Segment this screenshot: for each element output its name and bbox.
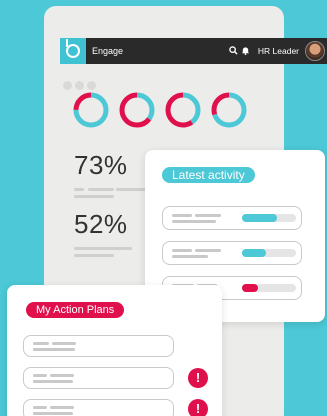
activity-progress-bar bbox=[242, 249, 296, 257]
activity-progress-bar bbox=[242, 284, 296, 292]
top-navigation-bar: Engage HR Leader bbox=[60, 38, 327, 64]
donut-chart bbox=[211, 92, 247, 128]
activity-progress-bar bbox=[242, 214, 296, 222]
donut-charts bbox=[72, 91, 248, 129]
alert-icon[interactable]: ! bbox=[188, 368, 208, 388]
user-name[interactable]: HR Leader bbox=[258, 46, 299, 56]
donut-chart bbox=[119, 92, 155, 128]
action-plan-row[interactable] bbox=[23, 367, 174, 389]
donut-chart bbox=[73, 92, 109, 128]
search-icon[interactable] bbox=[228, 45, 240, 57]
brand-logo-icon[interactable] bbox=[60, 38, 86, 64]
placeholder-line bbox=[74, 195, 114, 198]
user-avatar[interactable] bbox=[305, 41, 325, 61]
action-plans-title: My Action Plans bbox=[26, 302, 125, 318]
action-plans-card: My Action Plans ! ! bbox=[7, 285, 222, 416]
placeholder-line bbox=[74, 254, 114, 257]
progress-fill bbox=[242, 284, 259, 292]
app-brand-name: Engage bbox=[92, 46, 124, 56]
placeholder-line bbox=[74, 247, 132, 250]
donut-chart bbox=[165, 92, 201, 128]
window-dots bbox=[63, 81, 96, 90]
action-plan-row[interactable] bbox=[23, 335, 174, 357]
stat-value-2: 52% bbox=[74, 209, 128, 239]
placeholder-line bbox=[88, 188, 114, 191]
bell-icon[interactable] bbox=[240, 46, 252, 57]
latest-activity-title: Latest activity bbox=[162, 167, 255, 183]
alert-icon[interactable]: ! bbox=[188, 399, 208, 416]
stat-value-1: 73% bbox=[74, 150, 128, 180]
progress-fill bbox=[242, 214, 278, 222]
activity-row[interactable] bbox=[162, 206, 302, 230]
placeholder-line bbox=[116, 188, 146, 191]
placeholder-line bbox=[74, 188, 84, 191]
action-plan-row[interactable] bbox=[23, 399, 174, 416]
progress-fill bbox=[242, 249, 267, 257]
activity-row[interactable] bbox=[162, 241, 302, 265]
